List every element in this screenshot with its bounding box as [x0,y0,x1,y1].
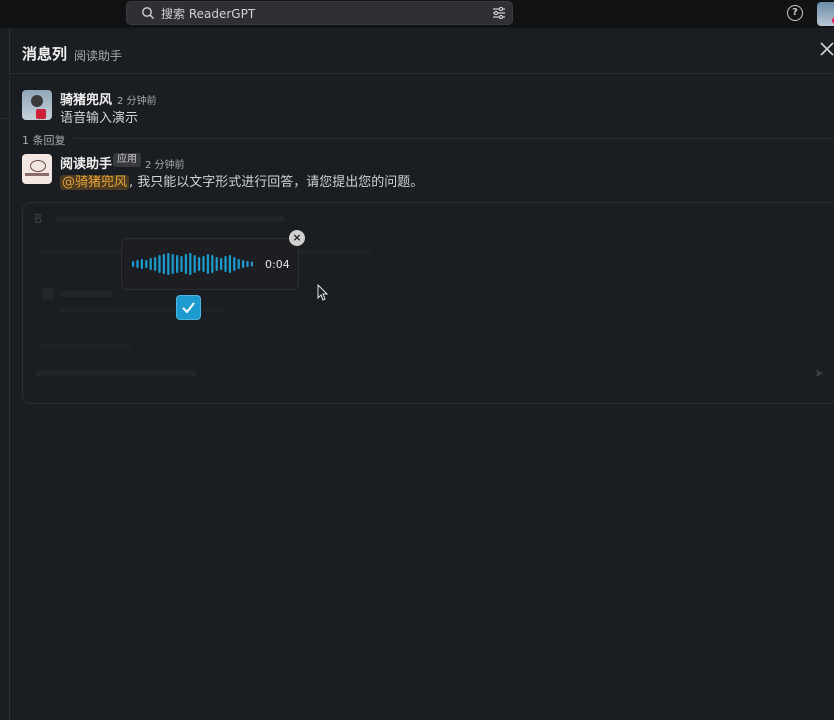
waveform-bar [184,254,187,274]
bold-icon: B [34,212,43,226]
formatting-toolbar [55,216,285,222]
sidebar-edge [0,28,10,720]
waveform-bar [136,260,139,268]
recording-duration: 0:04 [265,258,290,271]
waveform-bar [215,257,218,271]
waveform-bar [162,254,165,274]
user-avatar[interactable] [817,2,834,26]
waveform-bar [250,261,253,267]
waveform-bar [167,253,170,275]
waveform-bar [211,255,214,273]
top-bar: 搜索 ReaderGPT ? [0,0,834,28]
waveform-bar [176,255,179,273]
thread-header: 消息列 阅读助手 [10,28,834,74]
waveform-bar [242,260,245,268]
filter-icon[interactable] [492,6,506,20]
waveform-bar [171,254,174,274]
page-title: 消息列 [22,45,68,63]
waveform-bar [145,260,148,268]
link-icon [42,288,54,300]
waveform-bar [228,255,231,273]
avatar-badge [36,109,46,119]
waveform-bar [198,257,201,271]
message-author[interactable]: 阅读助手 [60,153,112,172]
message-text: @骑猪兜风, 我只能以文字形式进行回答，请您提出您的问题。 [60,171,423,190]
waveform-bar [154,257,157,271]
divider [0,118,9,119]
message-body: , 我只能以文字形式进行回答，请您提出您的问题。 [129,175,424,190]
waveform-bar [158,255,161,273]
help-icon[interactable]: ? [787,5,803,21]
send-icon[interactable]: ➤ [814,366,826,380]
waveform-bar [224,256,227,272]
close-icon[interactable]: × [289,230,305,246]
waveform-bar [237,259,240,269]
waveform [132,253,253,275]
waveform-bar [132,261,135,267]
waveform-bar [220,258,223,270]
voice-recorder: 0:04 [121,238,299,290]
avatar-figure [30,160,46,172]
avatar-text [25,173,49,176]
divider [73,138,834,139]
waveform-bar [149,258,152,270]
search-icon [142,7,154,19]
message-author[interactable]: 骑猪兜风 [60,89,112,108]
message-time: 2 分钟前 [117,96,157,107]
check-icon [182,302,195,314]
waveform-bar [193,255,196,273]
composer-tools [36,370,196,376]
composer-hint [40,344,130,349]
search-placeholder: 搜索 ReaderGPT [161,7,256,21]
waveform-bar [140,259,143,269]
message-time: 2 分钟前 [145,160,185,171]
waveform-bar [180,256,183,272]
replies-count: 1 条回复 [22,134,66,147]
waveform-bar [206,254,209,274]
link-preview [60,291,112,297]
app-badge: 应用 [113,153,141,167]
waveform-bar [189,253,192,275]
avatar[interactable] [22,154,52,184]
channel-subtitle: 阅读助手 [74,49,123,63]
message-text: 语音输入演示 [60,111,139,126]
mouse-cursor-icon [317,284,329,301]
search-bar[interactable]: 搜索 ReaderGPT [126,1,513,25]
confirm-button[interactable] [176,295,201,320]
mention[interactable]: @骑猪兜风 [60,175,130,190]
waveform-bar [233,257,236,271]
avatar[interactable] [22,90,52,120]
avatar-figure [31,95,43,107]
waveform-bar [202,256,205,272]
close-icon[interactable] [819,41,834,57]
waveform-bar [246,261,249,267]
